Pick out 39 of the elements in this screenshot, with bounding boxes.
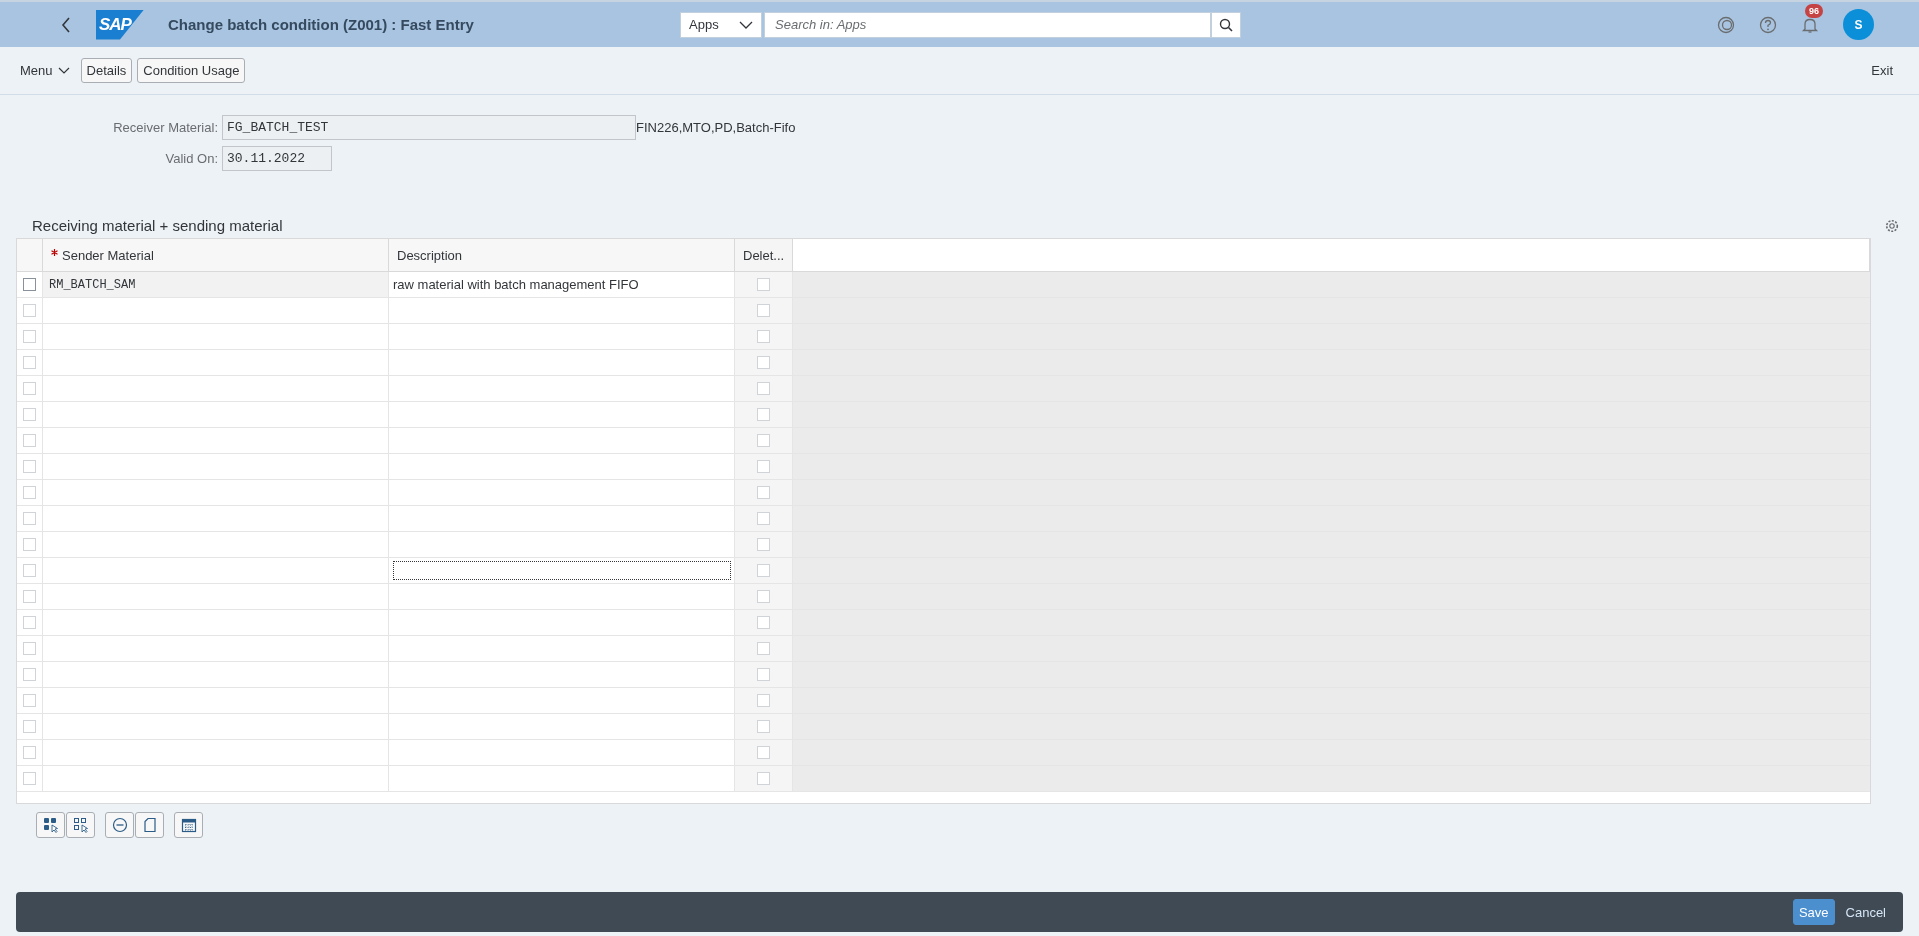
delete-row-button[interactable] bbox=[105, 812, 134, 838]
insert-row-icon bbox=[141, 817, 158, 833]
calendar-icon bbox=[180, 817, 197, 833]
delete-checkbox[interactable] bbox=[757, 278, 770, 291]
row-selector[interactable] bbox=[23, 278, 36, 291]
field-description: FIN226,MTO,PD,Batch-Fifo bbox=[636, 120, 796, 135]
app-title: Change batch condition (Z001) : Fast Entry bbox=[168, 16, 474, 33]
delete-row-icon bbox=[111, 817, 128, 833]
select-all-icon bbox=[42, 817, 59, 833]
notification-badge: 96 bbox=[1805, 3, 1823, 18]
user-avatar[interactable]: S bbox=[1843, 9, 1874, 40]
input-field[interactable]: FG_BATCH_TEST bbox=[222, 115, 636, 140]
input-field[interactable]: 30.11.2022 bbox=[222, 146, 332, 171]
back-icon[interactable] bbox=[60, 15, 72, 34]
help-icon[interactable] bbox=[1759, 15, 1777, 34]
menu-button[interactable]: Menu bbox=[20, 63, 76, 78]
deselect-all-button[interactable] bbox=[66, 812, 95, 838]
search-icon bbox=[1219, 17, 1233, 32]
table-cell: raw material with batch management FIFO bbox=[393, 277, 639, 292]
sap-logo[interactable]: SAP bbox=[96, 9, 144, 40]
cancel-button[interactable]: Cancel bbox=[1840, 899, 1891, 925]
column-header[interactable]: Sender Material bbox=[43, 239, 389, 271]
calendar-button[interactable] bbox=[174, 812, 203, 838]
deselect-all-icon bbox=[72, 817, 89, 833]
insert-row-button[interactable] bbox=[135, 812, 164, 838]
toolbar-button[interactable]: Details bbox=[80, 58, 133, 83]
settings-icon[interactable] bbox=[1885, 218, 1899, 233]
search-field[interactable]: Search in: Apps bbox=[764, 11, 1211, 38]
table-title: Receiving material + sending material bbox=[32, 217, 283, 234]
field-label: Valid On: bbox=[164, 151, 219, 166]
exit-button[interactable]: Exit bbox=[1865, 62, 1899, 79]
search-button[interactable] bbox=[1211, 11, 1241, 38]
field-label: Receiver Material: bbox=[112, 120, 219, 135]
toolbar-button[interactable]: Condition Usage bbox=[137, 58, 246, 83]
scope-dropdown[interactable]: Apps bbox=[680, 11, 762, 38]
chevron-down-icon bbox=[739, 20, 753, 29]
table-cell: RM_BATCH_SAM bbox=[49, 277, 136, 292]
select-all-button[interactable] bbox=[36, 812, 65, 838]
chevron-down-icon bbox=[57, 67, 70, 74]
